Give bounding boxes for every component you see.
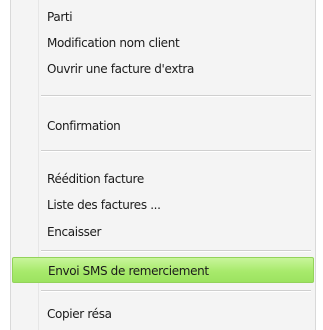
menu-item-confirmation[interactable]: Confirmation	[12, 113, 314, 139]
menu-item-encaisser[interactable]: Encaisser	[12, 219, 314, 245]
menu-item-liste-factures[interactable]: Liste des factures ...	[12, 192, 314, 218]
menu-item-copier-resa[interactable]: Copier résa	[12, 301, 314, 327]
menu-item-parti[interactable]: Parti	[12, 4, 314, 30]
menu-separator	[41, 250, 311, 252]
menu-item-reedition-facture[interactable]: Réédition facture	[12, 166, 314, 192]
menu-separator	[41, 290, 311, 292]
menu-item-modification-nom-client[interactable]: Modification nom client	[12, 30, 314, 56]
menu-separator	[41, 95, 311, 97]
menu-separator	[41, 150, 311, 152]
context-menu: Parti Modification nom client Ouvrir une…	[10, 0, 316, 330]
menu-item-envoi-sms-remerciement[interactable]: Envoi SMS de remerciement	[12, 257, 314, 283]
menu-item-ouvrir-facture-extra[interactable]: Ouvrir une facture d'extra	[12, 56, 314, 82]
